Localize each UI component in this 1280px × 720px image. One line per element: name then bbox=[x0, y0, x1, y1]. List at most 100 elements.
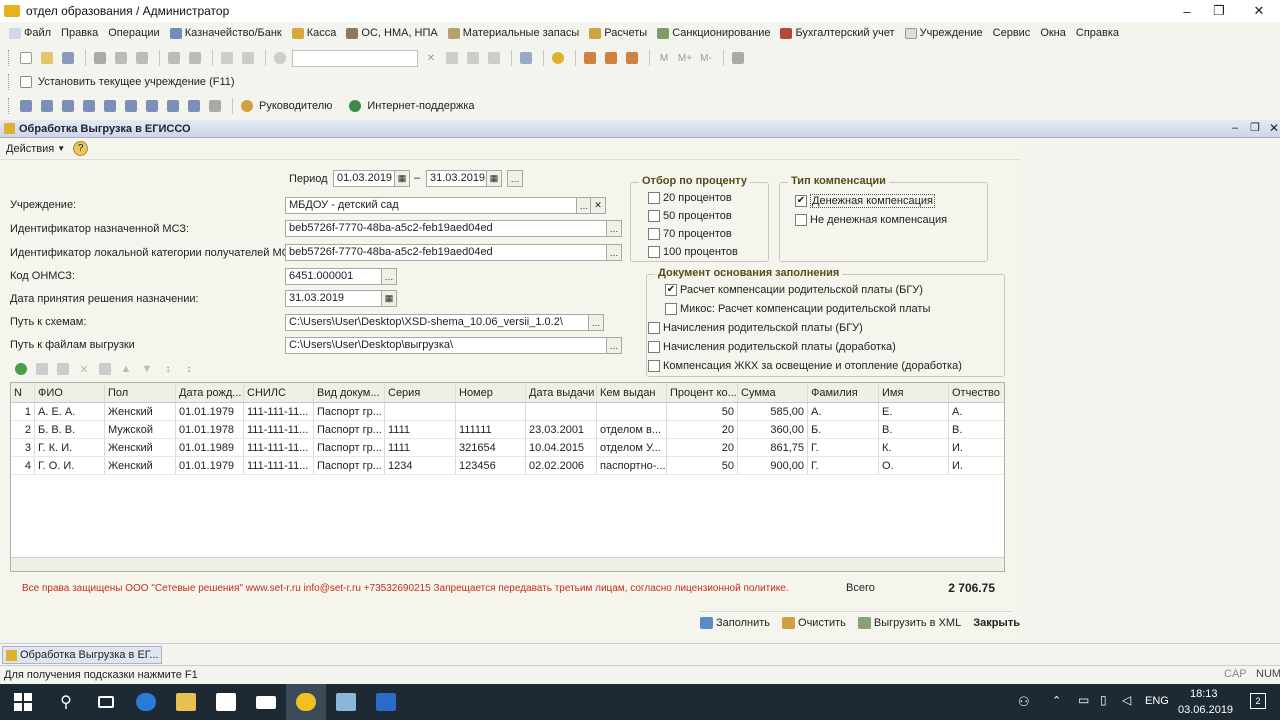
local-category-input[interactable]: beb5726f-7770-48ba-a5c2-feb19aed04ed bbox=[285, 244, 607, 261]
paste-icon[interactable] bbox=[133, 49, 151, 67]
tools-icon[interactable] bbox=[729, 49, 747, 67]
cell-number[interactable] bbox=[456, 403, 526, 420]
institution-input[interactable]: МБДОУ - детский сад bbox=[285, 197, 577, 214]
tray-chevron-icon[interactable]: ⌃ bbox=[1052, 694, 1061, 707]
col-header[interactable]: Серия bbox=[385, 383, 456, 402]
cell-sum[interactable]: 585,00 bbox=[738, 403, 808, 420]
money-compensation-checkbox[interactable]: ✔ Денежная компенсация bbox=[795, 194, 935, 208]
explorer-button[interactable] bbox=[166, 684, 206, 720]
menu-cash[interactable]: Касса bbox=[287, 22, 342, 44]
col-header[interactable]: Имя bbox=[879, 383, 949, 402]
cell-name[interactable]: В. bbox=[879, 421, 949, 438]
horizontal-scrollbar[interactable] bbox=[11, 557, 1004, 571]
export-path-input[interactable]: C:\Users\User\Desktop\выгрузка\ bbox=[285, 337, 607, 354]
cell-n[interactable]: 1 bbox=[11, 403, 35, 420]
cell-surname[interactable]: Б. bbox=[808, 421, 879, 438]
delete-row-icon[interactable]: ✕ bbox=[75, 360, 93, 378]
cell-name[interactable]: К. bbox=[879, 439, 949, 456]
fill-button[interactable]: Заполнить bbox=[700, 616, 770, 629]
battery-icon[interactable]: ▯ bbox=[1100, 693, 1107, 707]
info-icon[interactable] bbox=[549, 49, 567, 67]
close-button[interactable]: ✕ bbox=[1236, 0, 1280, 22]
onmsz-select-button[interactable]: … bbox=[381, 268, 397, 285]
move-up-icon[interactable]: ▲ bbox=[117, 360, 135, 378]
report-icon[interactable] bbox=[17, 97, 35, 115]
calendar-icon[interactable]: ▦ bbox=[486, 170, 502, 187]
table-row[interactable]: 3 Г. К. И. Женский 01.01.1989 111-111-11... П… bbox=[11, 439, 1004, 457]
help-button[interactable]: ? bbox=[73, 141, 89, 156]
cell-snils[interactable]: 111-111-11... bbox=[244, 403, 314, 420]
notifications-icon[interactable]: 2 bbox=[1250, 693, 1266, 709]
cell-fio[interactable]: А. Е. А. bbox=[35, 403, 105, 420]
cell-surname[interactable]: Г. bbox=[808, 457, 879, 474]
sort-asc-icon[interactable]: ↕ bbox=[159, 360, 177, 378]
cell-gender[interactable]: Женский bbox=[105, 457, 176, 474]
cell-snils[interactable]: 111-111-11... bbox=[244, 439, 314, 456]
cell-snils[interactable]: 111-111-11... bbox=[244, 457, 314, 474]
cell-issued-by[interactable]: паспортно-... bbox=[597, 457, 667, 474]
clear-button[interactable]: Очистить bbox=[782, 616, 846, 629]
table-icon[interactable] bbox=[623, 49, 641, 67]
cell-gender[interactable]: Женский bbox=[105, 403, 176, 420]
percent-100-checkbox[interactable]: 100 процентов bbox=[648, 246, 738, 258]
add-row-icon[interactable] bbox=[12, 360, 30, 378]
language-indicator[interactable]: ENG bbox=[1145, 695, 1169, 707]
cell-series[interactable]: 1111 bbox=[385, 439, 456, 456]
mail-button[interactable] bbox=[246, 684, 286, 720]
cell-series[interactable] bbox=[385, 403, 456, 420]
calendar-icon[interactable]: ▦ bbox=[394, 170, 410, 187]
cell-issued-by[interactable] bbox=[597, 403, 667, 420]
cell-issue-date[interactable] bbox=[526, 403, 597, 420]
cell-birthdate[interactable]: 01.01.1979 bbox=[176, 403, 244, 420]
cell-birthdate[interactable]: 01.01.1978 bbox=[176, 421, 244, 438]
menu-institution[interactable]: Учреждение bbox=[900, 22, 988, 44]
report-icon[interactable] bbox=[38, 97, 56, 115]
cell-percent[interactable]: 50 bbox=[667, 403, 738, 420]
decision-date-input[interactable]: 31.03.2019 bbox=[285, 290, 382, 307]
redo-icon[interactable] bbox=[239, 49, 257, 67]
copy-icon[interactable] bbox=[112, 49, 130, 67]
window-icon[interactable] bbox=[517, 49, 535, 67]
col-header[interactable]: Номер bbox=[456, 383, 526, 402]
task-view-button[interactable] bbox=[86, 684, 126, 720]
edit-row-icon[interactable] bbox=[54, 360, 72, 378]
col-header[interactable]: N bbox=[11, 383, 35, 402]
search-all-icon[interactable] bbox=[485, 49, 503, 67]
col-header[interactable]: Процент ко... bbox=[667, 383, 738, 402]
schema-path-select-button[interactable]: … bbox=[588, 314, 604, 331]
basis-accrual-custom-checkbox[interactable]: Начисления родительской платы (доработка… bbox=[648, 341, 896, 353]
close-form-button[interactable]: Закрыть bbox=[973, 617, 1020, 629]
cell-fio[interactable]: Г. О. И. bbox=[35, 457, 105, 474]
cell-surname[interactable]: Г. bbox=[808, 439, 879, 456]
save-button[interactable] bbox=[59, 49, 77, 67]
actions-menu[interactable]: Действия bbox=[6, 143, 54, 155]
menu-materials[interactable]: Материальные запасы bbox=[443, 22, 585, 44]
cell-issued-by[interactable]: отделом в... bbox=[597, 421, 667, 438]
menu-operations[interactable]: Операции bbox=[103, 22, 164, 44]
undo-icon[interactable] bbox=[218, 49, 236, 67]
doc-restore-button[interactable]: ❐ bbox=[1250, 121, 1260, 134]
users-app-button[interactable] bbox=[366, 684, 406, 720]
col-header[interactable]: СНИЛС bbox=[244, 383, 314, 402]
institution-clear-button[interactable]: ✕ bbox=[590, 197, 606, 214]
cell-doc-type[interactable]: Паспорт гр... bbox=[314, 403, 385, 420]
1c-app-button[interactable] bbox=[286, 684, 326, 720]
col-header[interactable]: Кем выдан bbox=[597, 383, 667, 402]
end-edit-icon[interactable] bbox=[96, 360, 114, 378]
menu-service[interactable]: Сервис bbox=[988, 22, 1036, 44]
period-from-input[interactable]: 01.03.2019 bbox=[333, 170, 397, 187]
menu-accounting[interactable]: Бухгалтерский учет bbox=[775, 22, 899, 44]
percent-50-checkbox[interactable]: 50 процентов bbox=[648, 210, 732, 222]
cell-fio[interactable]: Б. В. В. bbox=[35, 421, 105, 438]
non-money-compensation-checkbox[interactable]: Не денежная компенсация bbox=[795, 214, 947, 226]
window-tab[interactable]: Обработка Выгрузка в ЕГ... bbox=[2, 646, 162, 664]
start-button[interactable] bbox=[0, 684, 46, 720]
calc-icon[interactable] bbox=[581, 49, 599, 67]
cell-doc-type[interactable]: Паспорт гр... bbox=[314, 439, 385, 456]
cell-birthdate[interactable]: 01.01.1989 bbox=[176, 439, 244, 456]
msz-id-input[interactable]: beb5726f-7770-48ba-a5c2-feb19aed04ed bbox=[285, 220, 607, 237]
cell-name[interactable]: Е. bbox=[879, 403, 949, 420]
persons-table[interactable]: N ФИО Пол Дата рожд... СНИЛС Вид докум..… bbox=[10, 382, 1005, 572]
report-icon[interactable] bbox=[122, 97, 140, 115]
copy-row-icon[interactable] bbox=[33, 360, 51, 378]
